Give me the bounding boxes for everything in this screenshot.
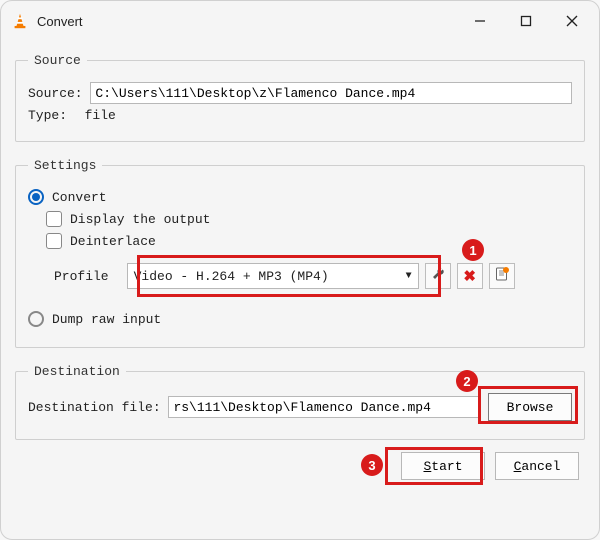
profile-select[interactable]: Video - H.264 + MP3 (MP4) ▼	[127, 263, 419, 289]
deinterlace-checkbox[interactable]: Deinterlace	[46, 233, 572, 249]
window-title: Convert	[37, 14, 457, 29]
dialog-button-row: Start Cancel 3	[15, 452, 579, 480]
source-group: Source Source: Type: file	[15, 53, 585, 142]
source-legend: Source	[28, 53, 87, 68]
radio-empty-icon	[28, 311, 44, 327]
cancel-button[interactable]: Cancel	[495, 452, 579, 480]
convert-dialog: Convert Source Source: Type: file	[0, 0, 600, 540]
settings-legend: Settings	[28, 158, 102, 173]
profile-label: Profile	[54, 269, 109, 284]
new-document-icon	[494, 266, 510, 286]
annotation-number-3: 3	[361, 454, 383, 476]
browse-button[interactable]: Browse	[488, 393, 572, 421]
start-button[interactable]: Start	[401, 452, 485, 480]
minimize-button[interactable]	[457, 3, 503, 39]
vlc-cone-icon	[11, 12, 29, 30]
annotation-number-2: 2	[456, 370, 478, 392]
destination-path-input[interactable]	[168, 396, 480, 418]
dump-radio-label: Dump raw input	[52, 312, 161, 327]
delete-x-icon: ✖	[463, 267, 476, 285]
dump-raw-radio[interactable]: Dump raw input	[28, 311, 572, 327]
cancel-button-label: Cancel	[514, 459, 561, 474]
radio-selected-icon	[28, 189, 44, 205]
dropdown-arrow-icon: ▼	[406, 271, 412, 282]
destination-legend: Destination	[28, 364, 126, 379]
type-value: file	[85, 108, 116, 123]
dialog-body: Source Source: Type: file Settings Conve…	[1, 41, 599, 539]
checkbox-empty-icon	[46, 233, 62, 249]
edit-profile-button[interactable]	[425, 263, 451, 289]
wrench-icon	[430, 266, 446, 286]
source-label: Source:	[28, 86, 90, 101]
display-output-label: Display the output	[70, 212, 210, 227]
start-button-label: Start	[423, 459, 462, 474]
new-profile-button[interactable]	[489, 263, 515, 289]
browse-button-label: Browse	[507, 400, 554, 415]
convert-radio-label: Convert	[52, 190, 107, 205]
destination-label: Destination file:	[28, 400, 168, 415]
display-output-checkbox[interactable]: Display the output	[46, 211, 572, 227]
deinterlace-label: Deinterlace	[70, 234, 156, 249]
type-label: Type:	[28, 108, 83, 123]
convert-radio[interactable]: Convert	[28, 189, 572, 205]
maximize-button[interactable]	[503, 3, 549, 39]
profile-value: Video - H.264 + MP3 (MP4)	[134, 269, 329, 284]
checkbox-empty-icon	[46, 211, 62, 227]
destination-group: Destination Destination file: Browse 2	[15, 364, 585, 440]
close-button[interactable]	[549, 3, 595, 39]
settings-group: Settings Convert Display the output Dein…	[15, 158, 585, 348]
titlebar: Convert	[1, 1, 599, 41]
delete-profile-button[interactable]: ✖	[457, 263, 483, 289]
window-buttons	[457, 3, 595, 39]
source-path-input[interactable]	[90, 82, 572, 104]
